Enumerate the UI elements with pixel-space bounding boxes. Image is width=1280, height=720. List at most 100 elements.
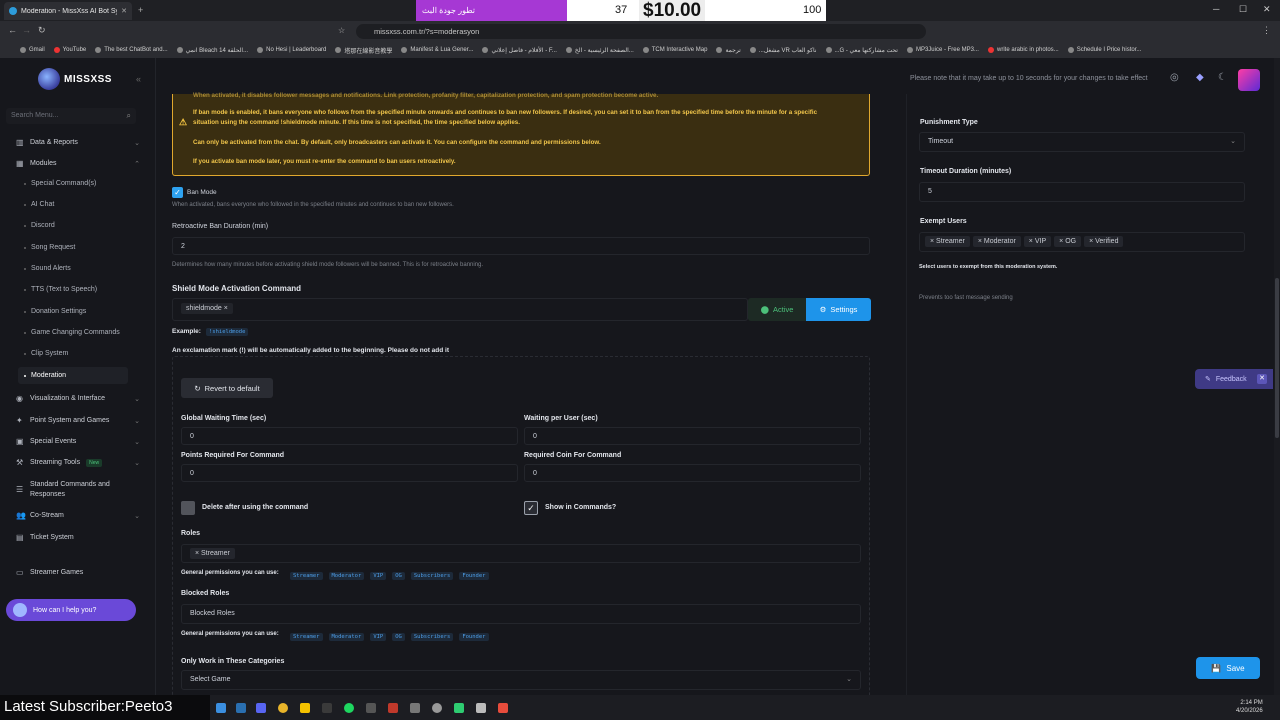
show-in-commands-checkbox[interactable]: ✓ — [524, 501, 538, 515]
coin-input[interactable]: 0 — [524, 464, 861, 482]
delete-after-checkbox[interactable] — [181, 501, 195, 515]
discord-icon[interactable]: ◆ — [1196, 72, 1204, 83]
timeout-duration-input[interactable]: 5 — [919, 182, 1245, 202]
bookmark-item[interactable]: Gmail — [20, 47, 45, 53]
collapse-sidebar-icon[interactable]: « — [136, 74, 141, 84]
sidebar-item-song-request[interactable]: Song Request — [24, 244, 75, 251]
sidebar-item-label: Special Command(s) — [31, 180, 97, 187]
taskbar-app-icon[interactable] — [322, 703, 332, 713]
close-feedback-icon[interactable]: ✕ — [1257, 374, 1267, 384]
points-input[interactable]: 0 — [181, 464, 518, 482]
retro-ban-input[interactable]: 2 — [172, 237, 870, 255]
sidebar-item-visualization[interactable]: ◉ Visualization & Interface ⌄ — [16, 394, 140, 403]
bookmark-item[interactable]: الصفحة الرئيسية - الخ... — [565, 47, 634, 54]
taskbar-app-icon[interactable] — [366, 703, 376, 713]
sidebar-item-special-events[interactable]: ▣ Special Events ⌄ — [16, 437, 140, 446]
new-tab-icon[interactable]: + — [138, 5, 143, 15]
blocked-roles-input[interactable]: Blocked Roles — [181, 604, 861, 624]
shield-command-input[interactable]: shieldmode × — [172, 298, 748, 321]
spotify-icon[interactable] — [344, 703, 354, 713]
bookmark-item[interactable]: The best ChatBot and... — [95, 47, 168, 53]
users-icon: 👥 — [16, 511, 26, 520]
user-avatar[interactable] — [1238, 69, 1260, 91]
sidebar-search-input[interactable]: Search Menu... ⌕ — [6, 108, 136, 124]
taskbar-app-icon[interactable] — [410, 703, 420, 713]
logo-text: MISSXSS — [64, 73, 112, 85]
bookmark-item[interactable]: ...G - تحت مشاركتها معي — [825, 47, 898, 54]
bookmark-item[interactable]: write arabic in photos... — [987, 47, 1059, 53]
sidebar-item-special-commands[interactable]: Special Command(s) — [24, 180, 96, 187]
feedback-button[interactable]: ✎ Feedback ✕ — [1195, 369, 1273, 389]
punishment-type-select[interactable]: Timeout ⌄ — [919, 132, 1245, 152]
global-wait-input[interactable]: 0 — [181, 427, 518, 445]
help-chat-button[interactable]: How can I help you? — [6, 599, 136, 621]
sidebar-item-moderation[interactable]: Moderation — [24, 372, 66, 379]
perm-code: Subscribers — [410, 633, 454, 641]
bookmark-item[interactable]: MP3Juice - Free MP3... — [906, 47, 979, 53]
active-label: Active — [772, 305, 794, 314]
taskbar-app-icon[interactable] — [432, 703, 442, 713]
bookmark-item[interactable]: 塔那在線影音教學 — [335, 46, 392, 55]
sidebar-item-ticket-system[interactable]: ▤ Ticket System — [16, 533, 136, 542]
menu-icon[interactable]: ⋮ — [1262, 25, 1271, 36]
roles-input[interactable]: × Streamer — [181, 544, 861, 563]
sidebar-item-streaming-tools[interactable]: ⚒ Streaming Tools New ⌄ — [16, 458, 140, 467]
forward-icon[interactable]: → — [22, 25, 31, 35]
sidebar-item-ai-chat[interactable]: AI Chat — [24, 201, 54, 208]
sidebar-item-point-system[interactable]: ✦ Point System and Games ⌄ — [16, 416, 140, 425]
sidebar-item-donation-settings[interactable]: Donation Settings — [24, 308, 86, 315]
logo[interactable]: MISSXSS — [38, 68, 112, 90]
system-clock[interactable]: 2:14 PM 4/20/2026 — [1236, 699, 1263, 715]
maximize-icon[interactable]: ☐ — [1239, 4, 1247, 15]
save-button[interactable]: 💾 Save — [1196, 657, 1260, 679]
sidebar-item-sound-alerts[interactable]: Sound Alerts — [24, 265, 71, 272]
taskbar-app-icon[interactable] — [216, 703, 226, 713]
bookmark-item[interactable]: YouTube — [53, 47, 86, 53]
bookmark-item[interactable]: ...مشغل VR ناكو العاب — [749, 47, 817, 54]
sidebar-item-clip-system[interactable]: Clip System — [24, 350, 68, 357]
reload-icon[interactable]: ↻ — [38, 25, 46, 36]
bookmark-item[interactable]: TCM Interactive Map — [642, 47, 707, 53]
ban-mode-checkbox[interactable]: ✓ — [172, 187, 183, 198]
sidebar-item-data-reports[interactable]: ▥ Data & Reports ⌄ — [16, 138, 140, 147]
discord-taskbar-icon[interactable] — [256, 703, 266, 713]
scroll-thumb[interactable] — [1275, 278, 1279, 438]
revert-default-button[interactable]: ↻ Revert to default — [181, 378, 273, 398]
taskbar-app-icon[interactable] — [476, 703, 486, 713]
sidebar-item-discord[interactable]: Discord — [24, 222, 55, 229]
taskbar-app-icon[interactable] — [498, 703, 508, 713]
back-icon[interactable]: ← — [8, 25, 17, 35]
minimize-icon[interactable]: ─ — [1213, 4, 1219, 14]
steam-icon[interactable] — [236, 703, 246, 713]
sidebar-item-game-changing-commands[interactable]: Game Changing Commands — [24, 329, 120, 336]
sidebar-item-tts[interactable]: TTS (Text to Speech) — [24, 286, 97, 293]
chrome-icon[interactable] — [278, 703, 288, 713]
exempt-users-input[interactable]: × Streamer × Moderator × VIP × OG × Verified — [919, 232, 1245, 252]
bookmark-item[interactable]: ترجمة — [716, 47, 741, 54]
taskbar-app-icon[interactable] — [388, 703, 398, 713]
per-user-wait-input[interactable]: 0 — [524, 427, 861, 445]
headset-icon[interactable]: ◎ — [1170, 72, 1179, 83]
bookmark-item[interactable]: انمي Bleach الحلقة 14... — [176, 47, 248, 54]
sidebar-item-streamer-games[interactable]: ▭ Streamer Games — [16, 568, 136, 577]
url-field[interactable]: missxss.com.tr/?s=moderasyon — [356, 24, 926, 39]
bookmark-item[interactable]: Schedule I Price histor... — [1067, 47, 1141, 53]
close-tab-icon[interactable]: ✕ — [121, 7, 127, 15]
sidebar-item-standard-commands[interactable]: ☰ Standard Commands and Responses — [16, 480, 136, 500]
settings-button[interactable]: ⚙ Settings — [806, 298, 871, 321]
browser-tab[interactable]: Moderation - MissXss AI Bot Syste ✕ — [4, 2, 132, 20]
folder-icon[interactable] — [300, 703, 310, 713]
bookmark-item[interactable]: Manifest & Lua Gener... — [401, 47, 473, 53]
bookmark-item[interactable]: No Hesi | Leaderboard — [257, 47, 326, 53]
theme-toggle-icon[interactable]: ☾ — [1218, 72, 1227, 83]
categories-select[interactable]: Select Game ⌄ — [181, 670, 861, 690]
page-scrollbar[interactable] — [1274, 58, 1280, 695]
close-window-icon[interactable]: ✕ — [1263, 4, 1271, 15]
active-toggle-button[interactable]: ⬤ Active — [748, 298, 806, 321]
sidebar-item-co-stream[interactable]: 👥 Co-Stream ⌄ — [16, 511, 140, 520]
bookmark-icon[interactable]: ☆ — [338, 26, 345, 35]
bookmark-item[interactable]: الأفلام - فاصل إعلاني - F... — [482, 47, 557, 54]
taskbar-app-icon[interactable] — [454, 703, 464, 713]
role-chip: × Streamer — [190, 548, 235, 559]
sidebar-item-modules[interactable]: ▦ Modules ⌃ — [16, 159, 140, 168]
